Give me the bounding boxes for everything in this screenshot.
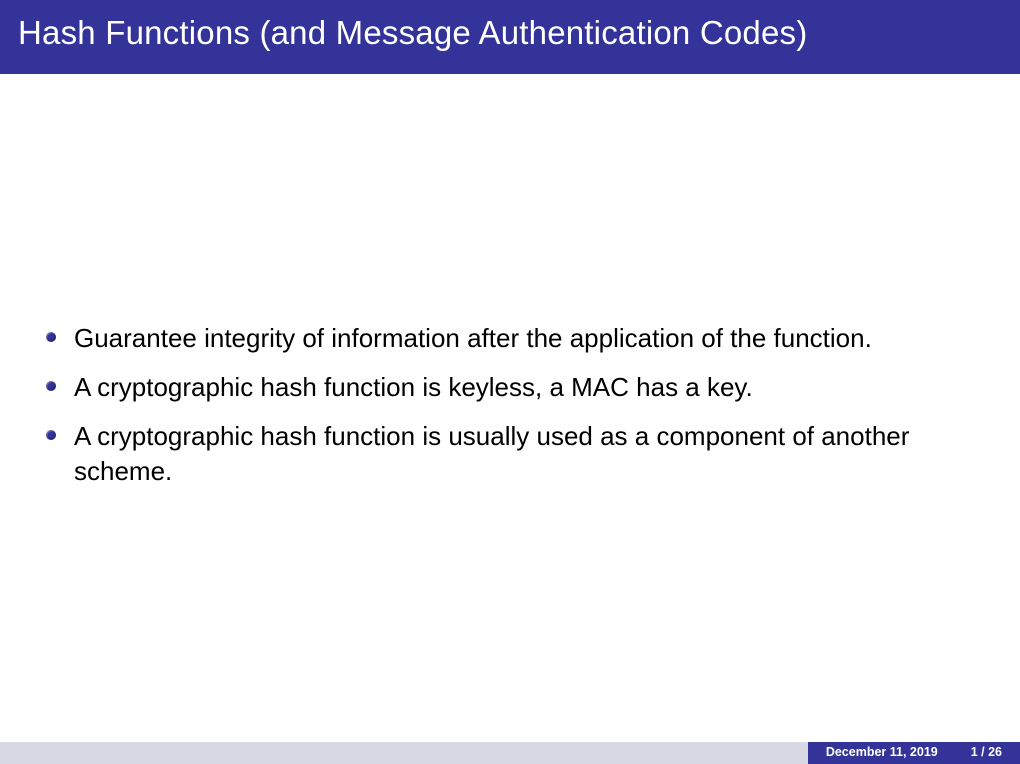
list-item: Guarantee integrity of information after… — [40, 321, 980, 356]
slide-title: Hash Functions (and Message Authenticati… — [0, 0, 1020, 74]
footer-spacer — [0, 742, 808, 764]
footer: December 11, 2019 1 / 26 — [0, 742, 1020, 764]
slide: Hash Functions (and Message Authenticati… — [0, 0, 1020, 764]
footer-date: December 11, 2019 — [808, 742, 956, 764]
list-item: A cryptographic hash function is usually… — [40, 419, 980, 489]
footer-page-number: 1 / 26 — [956, 742, 1020, 764]
bullet-list: Guarantee integrity of information after… — [40, 313, 980, 503]
slide-body: Guarantee integrity of information after… — [0, 74, 1020, 742]
list-item: A cryptographic hash function is keyless… — [40, 370, 980, 405]
